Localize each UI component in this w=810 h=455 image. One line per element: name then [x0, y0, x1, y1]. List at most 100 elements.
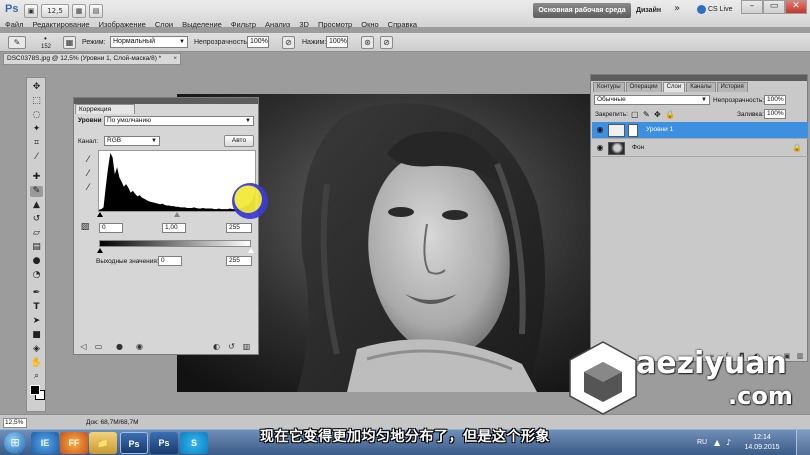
input-gamma-slider[interactable] — [174, 212, 180, 217]
menu-analysis[interactable]: Анализ — [265, 20, 290, 29]
channel-select[interactable]: RGB ▼ — [104, 136, 160, 146]
start-button[interactable]: ⊞ — [4, 432, 26, 454]
eye-icon[interactable]: ◉ — [595, 143, 605, 153]
eraser-tool-icon[interactable]: ▱ — [30, 228, 43, 239]
clone-stamp-tool-icon[interactable]: ▲ — [30, 200, 43, 211]
marquee-tool-icon[interactable]: ⬚ — [30, 96, 43, 107]
tab-channels[interactable]: Каналы — [686, 82, 716, 92]
hand-tool-icon[interactable]: ✋ — [30, 358, 43, 369]
document-tab[interactable]: DSC0378S.jpg @ 12,5% (Уровни 1, Слой-мас… — [3, 53, 181, 65]
zoom-level-dropdown[interactable]: 12,5 — [41, 4, 69, 18]
tab-actions[interactable]: Операции — [625, 82, 662, 92]
volume-icon[interactable]: ♪ — [726, 438, 731, 447]
tablet-size-icon[interactable]: ⊘ — [380, 36, 393, 49]
preset-select[interactable]: По умолчанию ▼ — [104, 116, 254, 126]
clip-warning-icon[interactable]: ▨ — [79, 221, 91, 233]
type-tool-icon[interactable]: T — [30, 302, 43, 313]
panel-grip[interactable] — [591, 75, 807, 81]
maximize-button[interactable]: ▭ — [763, 0, 785, 14]
history-brush-tool-icon[interactable]: ↺ — [30, 214, 43, 225]
reset-icon[interactable]: ↺ — [226, 342, 237, 352]
clock-date[interactable]: 14.09.2015 — [742, 444, 782, 451]
white-point-eyedropper-icon[interactable]: ⁄ — [82, 182, 94, 194]
menu-file[interactable]: Файл — [5, 20, 23, 29]
tab-history[interactable]: История — [716, 82, 748, 92]
taskbar-ie-icon[interactable]: IE — [31, 432, 59, 454]
menu-view[interactable]: Просмотр — [318, 20, 352, 29]
move-tool-icon[interactable]: ✥ — [30, 82, 43, 93]
lock-all-icon[interactable]: 🔒 — [665, 110, 675, 119]
cs-live-button[interactable]: CS Live — [697, 3, 732, 16]
brush-tool-preset-icon[interactable]: ✎ — [8, 36, 26, 49]
3d-rotate-tool-icon[interactable]: ◈ — [30, 344, 43, 355]
tab-adjustments[interactable]: Коррекция — [75, 104, 135, 114]
input-black-field[interactable]: 0 — [99, 223, 123, 233]
menu-3d[interactable]: 3D — [299, 20, 309, 29]
workspace-button[interactable]: Основная рабочая среда — [533, 3, 631, 18]
close-tab-icon[interactable]: × — [173, 54, 177, 64]
blur-tool-icon[interactable]: ● — [30, 256, 43, 267]
menu-layers[interactable]: Слои — [155, 20, 173, 29]
brush-panel-icon[interactable]: ▦ — [63, 36, 76, 49]
lock-transparency-icon[interactable]: ▢ — [631, 110, 639, 119]
taskbar-firefox-icon[interactable]: FF — [60, 432, 88, 454]
lasso-tool-icon[interactable]: ◌ — [30, 110, 43, 121]
layer-row-background[interactable]: ◉ Фон 🔒 — [592, 140, 808, 157]
arrange-documents-button[interactable]: ▤ — [89, 4, 103, 18]
brush-preview-icon[interactable]: • — [44, 34, 47, 43]
menu-select[interactable]: Выделение — [182, 20, 222, 29]
view-previous-icon[interactable]: ◐ — [211, 342, 222, 352]
airbrush-icon[interactable]: ⊛ — [361, 36, 374, 49]
input-white-field[interactable]: 255 — [226, 223, 252, 233]
view-extras-button[interactable]: ▦ — [72, 4, 86, 18]
output-white-field[interactable]: 255 — [226, 256, 252, 266]
output-black-field[interactable]: 0 — [158, 256, 182, 266]
brush-tool-icon[interactable]: ✎ — [30, 186, 43, 197]
delete-adjustment-icon[interactable]: ▥ — [241, 342, 252, 352]
more-workspaces-icon[interactable]: » — [674, 3, 680, 14]
tablet-opacity-icon[interactable]: ⊘ — [282, 36, 295, 49]
tab-paths[interactable]: Контуры — [593, 82, 625, 92]
foreground-color-swatch[interactable] — [30, 385, 40, 395]
crop-tool-icon[interactable]: ⌗ — [30, 138, 43, 149]
minimize-button[interactable]: – — [741, 0, 763, 14]
black-point-eyedropper-icon[interactable]: ⁄ — [82, 154, 94, 166]
taskbar-explorer-icon[interactable]: 📁 — [89, 432, 117, 454]
visibility-icon[interactable]: ◉ — [134, 342, 145, 352]
clip-to-layer-icon[interactable]: ● — [114, 342, 125, 352]
fill-input[interactable]: 100% — [764, 109, 786, 119]
layer-mask-thumbnail[interactable] — [628, 124, 638, 137]
dodge-tool-icon[interactable]: ◔ — [30, 270, 43, 281]
bridge-button[interactable]: ▣ — [24, 4, 38, 18]
clock-time[interactable]: 12:14 — [742, 434, 782, 441]
expanded-view-icon[interactable]: ▭ — [93, 342, 104, 352]
quick-select-tool-icon[interactable]: ✦ — [30, 124, 43, 135]
output-white-slider[interactable] — [248, 248, 254, 253]
layer-row-levels[interactable]: ◉ Уровни 1 — [592, 122, 808, 139]
close-button[interactable]: ✕ — [785, 0, 807, 14]
mode-select[interactable]: Нормальный ▼ — [110, 36, 188, 48]
output-black-slider[interactable] — [97, 248, 103, 253]
menu-window[interactable]: Окно — [361, 20, 378, 29]
language-indicator[interactable]: RU — [697, 439, 707, 446]
gray-point-eyedropper-icon[interactable]: ⁄ — [82, 168, 94, 180]
blend-mode-select[interactable]: Обычные ▼ — [594, 95, 710, 105]
auto-button[interactable]: Авто — [224, 135, 254, 147]
eye-icon[interactable]: ◉ — [595, 125, 605, 135]
tray-expand-icon[interactable]: ▲ — [714, 438, 720, 447]
pressure-input[interactable]: 100% — [326, 36, 348, 48]
gradient-tool-icon[interactable]: ▤ — [30, 242, 43, 253]
menu-image[interactable]: Изображение — [99, 20, 146, 29]
pen-tool-icon[interactable]: ✒ — [30, 288, 43, 299]
taskbar-photoshop-icon[interactable]: Ps — [120, 432, 148, 454]
zoom-tool-icon[interactable]: ⌕ — [30, 371, 43, 382]
opacity-input[interactable]: 100% — [247, 36, 269, 48]
eyedropper-tool-icon[interactable]: ⁄ — [30, 152, 43, 163]
menu-edit[interactable]: Редактирование — [32, 20, 89, 29]
design-workspace-button[interactable]: Дизайн — [636, 4, 661, 17]
input-gamma-field[interactable]: 1,00 — [162, 223, 186, 233]
shape-tool-icon[interactable]: ■ — [30, 330, 43, 341]
input-black-slider[interactable] — [97, 212, 103, 217]
healing-brush-tool-icon[interactable]: ✚ — [30, 172, 43, 183]
lock-pixels-icon[interactable]: ✎ — [643, 110, 650, 119]
